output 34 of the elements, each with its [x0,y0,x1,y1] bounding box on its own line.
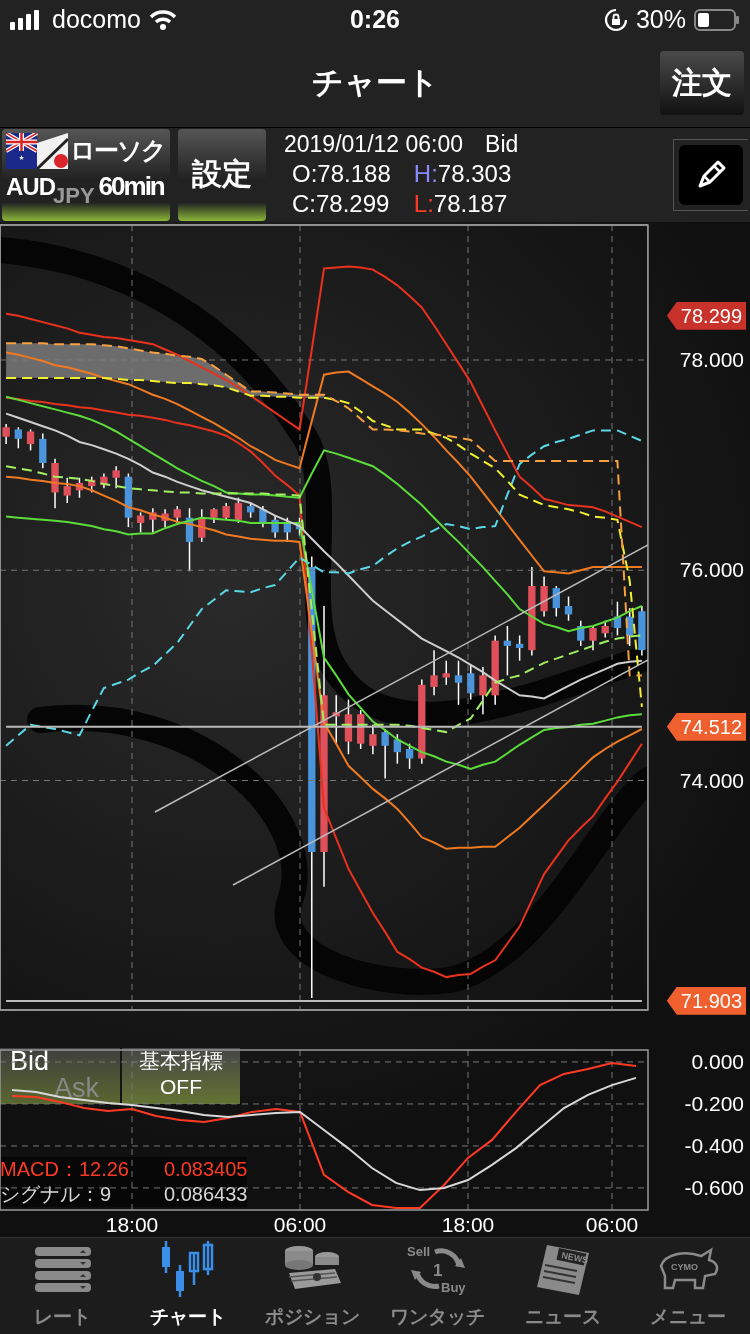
legend-value: 0.086433 [164,1181,248,1207]
quote-datetime: 2019/01/12 06:00 [284,131,464,159]
battery-percent: 30% [635,5,686,35]
axis-label: -0.600 [684,1175,744,1199]
screen-title: チャート [311,64,439,103]
interval-label: 60min [98,170,164,202]
price-tag: 71.903 [666,986,746,1015]
axis-label: 0.000 [691,1049,744,1073]
ohlc-value: 78.187 [433,190,508,219]
legend-label: シグナル：9 [0,1181,113,1207]
quote-side: Bid [485,131,519,159]
price-tag: 74.512 [666,712,746,741]
clock-time: 0:26 [349,5,400,35]
axis-label: -0.200 [684,1091,744,1115]
axis-label: 76.000 [679,558,744,582]
ohlc-label: L: [413,190,434,219]
ohlc-label: O: [292,160,318,189]
legend-label: MACD：12.26 [0,1156,130,1182]
chart-type-label: ローソク [70,135,165,167]
ohlc-value: 78.188 [317,160,391,189]
axis-label: 18:00 [105,1212,159,1236]
ohlc-label: C: [292,190,316,219]
ohlc-label: H: [413,160,438,189]
axis-label: 74.000 [679,768,744,792]
ohlc-value: 78.303 [437,160,512,189]
axis-label: 06:00 [273,1212,327,1236]
axis-label: 18:00 [441,1212,495,1236]
ohlc-value: 78.299 [316,190,390,219]
axis-label: 78.000 [679,347,744,371]
legend-value: 0.083405 [164,1156,248,1182]
carrier-name: docomo [52,5,141,35]
axis-label: -0.400 [684,1133,744,1157]
axis-label: 06:00 [585,1212,639,1236]
price-tag: 78.299 [666,301,746,330]
